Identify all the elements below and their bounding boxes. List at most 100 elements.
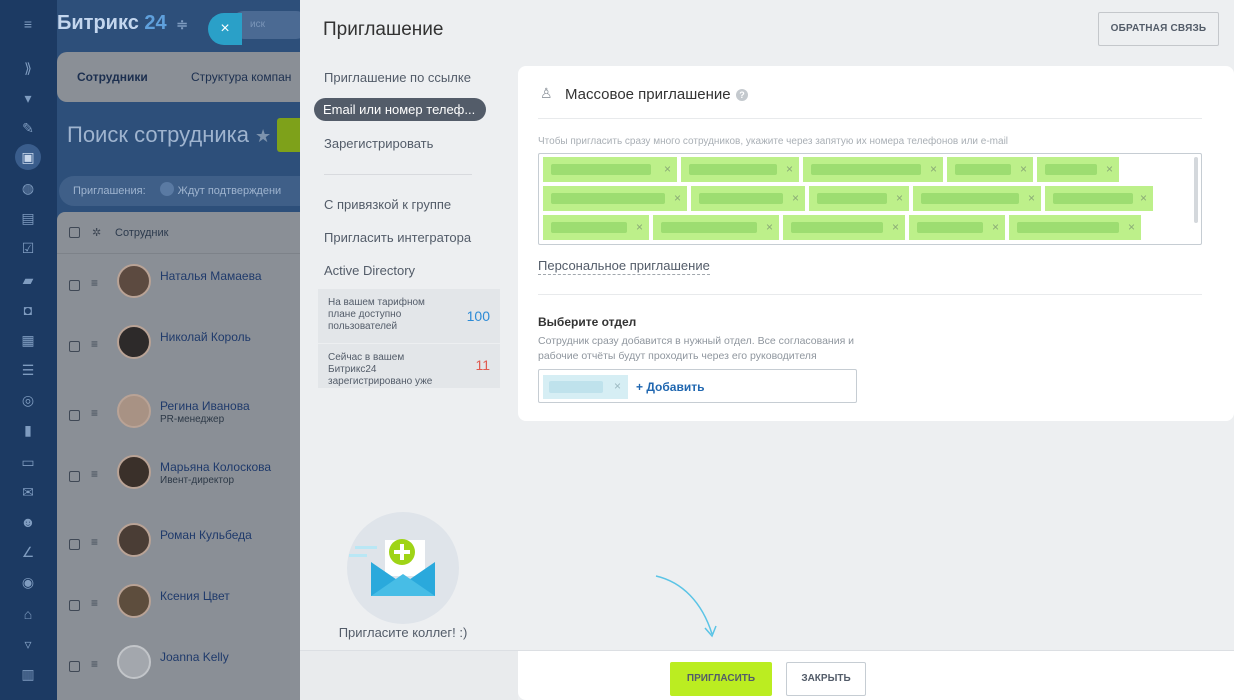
remove-tag-icon[interactable]: × xyxy=(766,220,773,234)
row-checkbox[interactable] xyxy=(69,661,80,672)
department-selector[interactable]: × + Добавить xyxy=(538,369,857,403)
remove-tag-icon[interactable]: × xyxy=(1106,162,1113,176)
stream-icon[interactable]: ⟫ xyxy=(18,58,38,78)
drag-handle-icon[interactable]: ≡ xyxy=(91,276,98,290)
tab-employees[interactable]: Сотрудники xyxy=(77,70,148,84)
sites-icon[interactable]: ▭ xyxy=(18,452,38,472)
add-department-link[interactable]: + Добавить xyxy=(636,380,704,394)
mail-icon[interactable]: ✉ xyxy=(18,482,38,502)
drag-handle-icon[interactable]: ≡ xyxy=(91,596,98,610)
menu-item-integrator[interactable]: Пригласить интегратора xyxy=(324,230,471,245)
drag-handle-icon[interactable]: ≡ xyxy=(91,467,98,481)
sign-icon[interactable]: ∠ xyxy=(18,542,38,562)
close-button[interactable]: ЗАКРЫТЬ xyxy=(786,662,866,696)
row-checkbox[interactable] xyxy=(69,600,80,611)
remove-tag-icon[interactable]: × xyxy=(1020,162,1027,176)
employee-name[interactable]: Ксения Цвет xyxy=(160,589,230,603)
menu-item-email[interactable]: Email или номер телеф... xyxy=(314,98,486,121)
checklist-icon[interactable]: ☑ xyxy=(18,238,38,258)
remove-tag-icon[interactable]: × xyxy=(792,191,799,205)
contact-tag[interactable]: × xyxy=(681,157,799,182)
contact-tag[interactable]: × xyxy=(809,186,909,211)
personal-invite-link[interactable]: Персональное приглашение xyxy=(538,258,710,275)
drag-handle-icon[interactable]: ≡ xyxy=(91,406,98,420)
contact-tag[interactable]: × xyxy=(1037,157,1119,182)
tab-structure[interactable]: Структура компан xyxy=(191,70,291,84)
select-all-checkbox[interactable] xyxy=(69,227,80,238)
menu-item-active-directory[interactable]: Active Directory xyxy=(324,263,415,278)
employee-name[interactable]: Роман Кульбеда xyxy=(160,528,252,542)
remove-tag-icon[interactable]: × xyxy=(614,379,621,393)
remove-tag-icon[interactable]: × xyxy=(930,162,937,176)
cart-icon[interactable]: ▿ xyxy=(18,634,38,654)
menu-item-link[interactable]: Приглашение по ссылке xyxy=(324,70,471,85)
feedback-button[interactable]: ОБРАТНАЯ СВЯЗЬ xyxy=(1098,12,1219,46)
table-row[interactable]: ≡ Наталья Мамаева xyxy=(57,264,317,326)
remove-tag-icon[interactable]: × xyxy=(892,220,899,234)
employee-name[interactable]: Марьяна Колоскова xyxy=(160,460,271,474)
table-row[interactable]: ≡ Роман Кульбеда xyxy=(57,523,317,585)
row-checkbox[interactable] xyxy=(69,341,80,352)
contact-tag[interactable]: × xyxy=(913,186,1041,211)
contact-tag[interactable]: × xyxy=(803,157,943,182)
contact-tag[interactable]: × xyxy=(783,215,905,240)
search-input[interactable]: иск xyxy=(230,11,310,39)
messages-icon[interactable]: ▰ xyxy=(18,270,38,290)
employee-name[interactable]: Наталья Мамаева xyxy=(160,269,262,283)
drag-handle-icon[interactable]: ≡ xyxy=(91,657,98,671)
table-row[interactable]: ≡ Марьяна Колоскова Ивент-директор xyxy=(57,455,317,517)
remove-tag-icon[interactable]: × xyxy=(636,220,643,234)
gear-icon[interactable]: ✲ xyxy=(92,212,101,254)
table-row[interactable]: ≡ Николай Король xyxy=(57,325,317,387)
star-icon[interactable]: ★ xyxy=(255,126,271,146)
filter-bar[interactable]: Приглашения: Ждут подтверждени xyxy=(59,176,317,206)
record-icon[interactable]: ◉ xyxy=(18,572,38,592)
remove-tag-icon[interactable]: × xyxy=(1128,220,1135,234)
table-row[interactable]: ≡ Ксения Цвет xyxy=(57,584,317,646)
remove-tag-icon[interactable]: × xyxy=(786,162,793,176)
row-checkbox[interactable] xyxy=(69,280,80,291)
group-icon[interactable]: ☻ xyxy=(18,512,38,532)
tasks-icon[interactable]: ✎ xyxy=(18,118,38,138)
table-row[interactable]: ≡ Joanna Kelly xyxy=(57,645,317,700)
contact-tag[interactable]: × xyxy=(909,215,1005,240)
contacts-input[interactable]: × × × × × × × × × × × × × × × xyxy=(538,153,1202,245)
drag-handle-icon[interactable]: ≡ xyxy=(91,535,98,549)
menu-item-group[interactable]: С привязкой к группе xyxy=(324,197,451,212)
employee-name[interactable]: Регина Иванова xyxy=(160,399,250,413)
analytics-icon[interactable]: ▥ xyxy=(18,664,38,684)
remove-tag-icon[interactable]: × xyxy=(674,191,681,205)
contact-tag[interactable]: × xyxy=(1045,186,1153,211)
bank-icon[interactable]: ⌂ xyxy=(18,604,38,624)
scrollbar[interactable] xyxy=(1194,157,1198,223)
target-icon[interactable]: ◎ xyxy=(18,390,38,410)
close-slider-button[interactable]: × xyxy=(208,13,242,45)
menu-item-register[interactable]: Зарегистрировать xyxy=(324,136,433,151)
remove-tag-icon[interactable]: × xyxy=(896,191,903,205)
contact-tag[interactable]: × xyxy=(543,186,687,211)
remove-tag-icon[interactable]: × xyxy=(1140,191,1147,205)
remove-tag-icon[interactable]: × xyxy=(1028,191,1035,205)
remove-tag-icon[interactable]: × xyxy=(664,162,671,176)
employees-icon[interactable]: ▣ xyxy=(15,144,41,170)
remove-tag-icon[interactable]: × xyxy=(992,220,999,234)
menu-icon[interactable]: ≡ xyxy=(18,14,38,34)
drag-handle-icon[interactable]: ≡ xyxy=(91,337,98,351)
invite-button[interactable]: ПРИГЛАСИТЬ xyxy=(670,662,772,696)
contact-tag[interactable]: × xyxy=(947,157,1033,182)
chat-icon[interactable]: ◍ xyxy=(18,178,38,198)
contact-tag[interactable]: × xyxy=(543,157,677,182)
contact-tag[interactable]: × xyxy=(543,215,649,240)
row-checkbox[interactable] xyxy=(69,471,80,482)
list-icon[interactable]: ☰ xyxy=(18,360,38,380)
contact-tag[interactable]: × xyxy=(691,186,805,211)
row-checkbox[interactable] xyxy=(69,539,80,550)
contact-tag[interactable]: × xyxy=(653,215,779,240)
help-icon[interactable]: ? xyxy=(736,89,748,101)
drive-icon[interactable]: ▤ xyxy=(18,208,38,228)
robot-icon[interactable]: ◘ xyxy=(18,300,38,320)
table-row[interactable]: ≡ Регина Иванова PR-менеджер xyxy=(57,394,317,456)
department-tag[interactable]: × xyxy=(543,375,628,399)
row-checkbox[interactable] xyxy=(69,410,80,421)
employee-name[interactable]: Joanna Kelly xyxy=(160,650,229,664)
